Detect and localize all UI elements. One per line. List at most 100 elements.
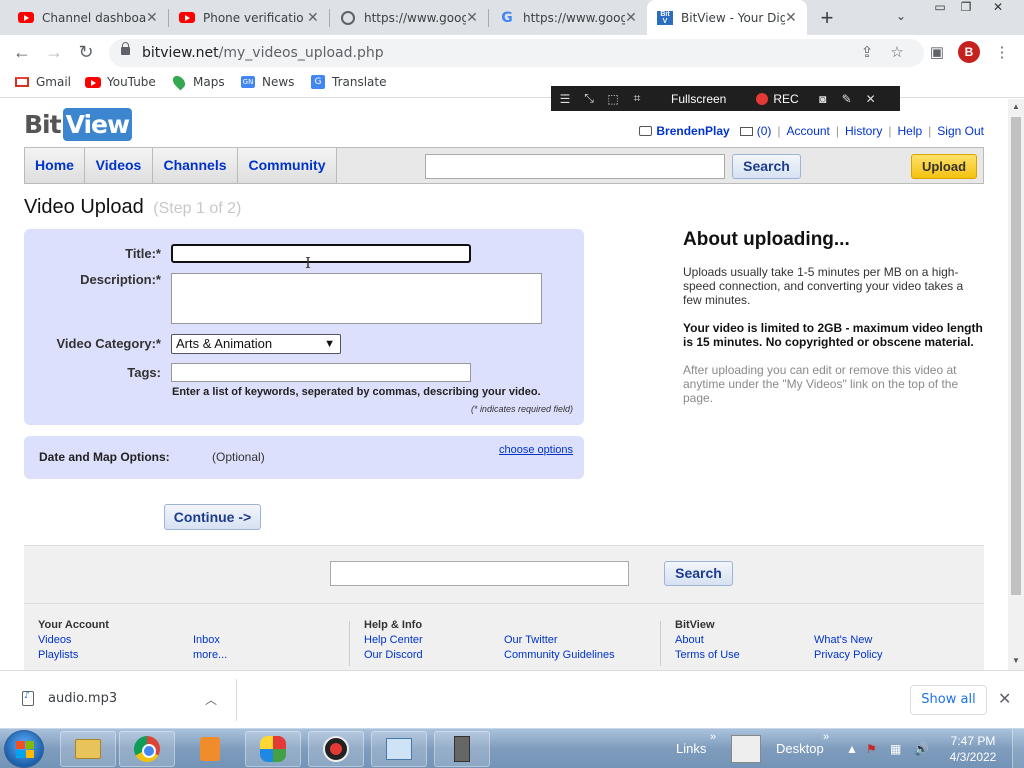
profile-avatar[interactable]: B [958, 41, 980, 63]
nav-videos[interactable]: Videos [85, 148, 153, 183]
shrink-icon[interactable]: ⤡ [577, 91, 601, 106]
footer-link-videos[interactable]: Videos [38, 634, 71, 646]
title-input[interactable] [171, 244, 471, 263]
tab-bitview[interactable]: Bit V BitView - Your Dig ✕ [647, 0, 807, 35]
description-textarea[interactable] [171, 273, 542, 324]
taskbar-app-shapes[interactable] [245, 731, 301, 767]
crop-icon[interactable]: ⌗ [625, 91, 649, 106]
bookmark-maps[interactable]: Maps [170, 73, 225, 91]
close-icon[interactable]: ✕ [785, 9, 797, 26]
footer-link-whats-new[interactable]: What's New [814, 634, 872, 646]
tray-expand-icon[interactable]: ▲ [846, 742, 858, 756]
taskbar-explorer[interactable] [60, 731, 116, 767]
nav-channels[interactable]: Channels [153, 148, 238, 183]
site-search-input[interactable] [425, 154, 725, 179]
scrollbar-thumb[interactable] [1011, 117, 1021, 595]
scroll-down-icon[interactable]: ▼ [1012, 656, 1020, 665]
double-chevron-icon[interactable]: » [823, 731, 829, 743]
tab-channel-dashboard[interactable]: Channel dashboar ✕ [8, 0, 168, 35]
site-search-button[interactable]: Search [732, 154, 801, 179]
volume-icon[interactable]: 🔊 [914, 742, 929, 756]
reload-icon[interactable]: ↻ [75, 41, 97, 63]
menu-icon[interactable]: ☰ [553, 92, 577, 106]
choose-options-link[interactable]: choose options [499, 444, 573, 456]
footer-search-input[interactable] [330, 561, 629, 586]
download-item[interactable]: audio.mp3 [22, 691, 117, 706]
tab-google-1[interactable]: https://www.goog ✕ [330, 0, 488, 35]
close-icon[interactable]: ✕ [466, 9, 478, 26]
page-scrollbar[interactable]: ▲ ▼ [1008, 99, 1024, 670]
share-icon[interactable]: ⇪ [857, 43, 877, 63]
minimize-icon[interactable]: ▭ [927, 0, 953, 18]
account-link[interactable]: Account [787, 124, 830, 138]
nav-community[interactable]: Community [238, 148, 337, 183]
history-link[interactable]: History [845, 124, 882, 138]
window-close-icon[interactable]: ✕ [985, 0, 1011, 18]
footer-link-help-center[interactable]: Help Center [364, 634, 423, 646]
footer-link-terms[interactable]: Terms of Use [675, 649, 740, 661]
footer-link-twitter[interactable]: Our Twitter [504, 634, 558, 646]
footer-search-button[interactable]: Search [664, 561, 733, 586]
pencil-icon[interactable]: ✎ [835, 92, 859, 106]
tab-phone-verification[interactable]: Phone verificatio ✕ [169, 0, 329, 35]
footer-link-playlists[interactable]: Playlists [38, 649, 78, 661]
close-icon[interactable]: ✕ [859, 92, 883, 106]
scroll-up-icon[interactable]: ▲ [1012, 102, 1020, 111]
double-chevron-icon[interactable]: » [710, 731, 716, 743]
restore-icon[interactable]: ❐ [953, 0, 979, 18]
tab-google-2[interactable]: G https://www.goog ✕ [489, 0, 647, 35]
help-link[interactable]: Help [897, 124, 922, 138]
show-desktop-button[interactable] [1012, 729, 1024, 768]
menu-kebab-icon[interactable]: ⋮ [992, 43, 1012, 63]
bookmark-gmail[interactable]: Gmail [14, 75, 71, 89]
footer-link-guidelines[interactable]: Community Guidelines [504, 649, 615, 661]
upload-button[interactable]: Upload [911, 154, 977, 179]
footer-link-more[interactable]: more... [193, 649, 227, 661]
footer-link-about[interactable]: About [675, 634, 704, 646]
show-all-button[interactable]: Show all [910, 685, 987, 715]
back-icon[interactable]: ← [11, 41, 33, 63]
category-select[interactable]: Arts & Animation ▼ [171, 334, 341, 354]
taskbar-server-manager[interactable] [434, 731, 490, 767]
bookmark-translate[interactable]: G Translate [310, 75, 387, 89]
signature-tool-icon[interactable] [731, 735, 761, 763]
links-toolbar[interactable]: Links [676, 741, 706, 756]
sign-out-link[interactable]: Sign Out [937, 124, 984, 138]
inbox-count[interactable]: (0) [757, 124, 772, 138]
nav-home[interactable]: Home [25, 148, 85, 183]
close-icon[interactable]: ✕ [146, 9, 158, 26]
side-panel-icon[interactable]: ▣ [927, 43, 947, 63]
close-icon[interactable]: ✕ [998, 689, 1011, 709]
mail-icon[interactable] [739, 126, 753, 136]
network-icon[interactable]: ▦ [890, 742, 901, 756]
footer-link-inbox[interactable]: Inbox [193, 634, 220, 646]
forward-icon[interactable]: → [43, 41, 65, 63]
continue-button[interactable]: Continue -> [164, 504, 261, 530]
address-bar[interactable]: bitview.net/my_videos_upload.php ⇪ ☆ [109, 39, 924, 67]
tab-search-chevron-icon[interactable]: ⌄ [896, 9, 906, 23]
tags-input[interactable] [171, 363, 471, 382]
system-clock[interactable]: 7:47 PM 4/3/2022 [948, 733, 998, 765]
start-button[interactable] [4, 730, 44, 768]
new-tab-button[interactable]: + [815, 5, 839, 31]
taskbar-control-panel[interactable] [371, 731, 427, 767]
taskbar-media-player[interactable] [182, 731, 238, 767]
star-icon[interactable]: ☆ [887, 43, 907, 63]
camera-icon[interactable]: ◙ [811, 92, 835, 106]
taskbar-recorder[interactable] [308, 731, 364, 767]
fullscreen-button[interactable]: Fullscreen [671, 92, 726, 106]
region-select-icon[interactable]: ⬚ [601, 92, 625, 106]
bookmark-news[interactable]: GN News [240, 75, 294, 89]
close-icon[interactable]: ✕ [625, 9, 637, 26]
close-icon[interactable]: ✕ [307, 9, 319, 26]
chevron-up-icon[interactable]: ︿ [205, 691, 217, 708]
rec-button[interactable]: REC [756, 92, 799, 106]
bookmark-youtube[interactable]: YouTube [85, 75, 156, 89]
footer-link-discord[interactable]: Our Discord [364, 649, 423, 661]
bitview-logo[interactable]: Bit View [24, 107, 133, 142]
action-center-icon[interactable]: ⚑ [866, 742, 877, 756]
footer-link-privacy[interactable]: Privacy Policy [814, 649, 882, 661]
username-link[interactable]: BrendenPlay [656, 124, 729, 138]
desktop-toolbar[interactable]: Desktop [776, 741, 824, 756]
taskbar-chrome[interactable] [119, 731, 175, 767]
